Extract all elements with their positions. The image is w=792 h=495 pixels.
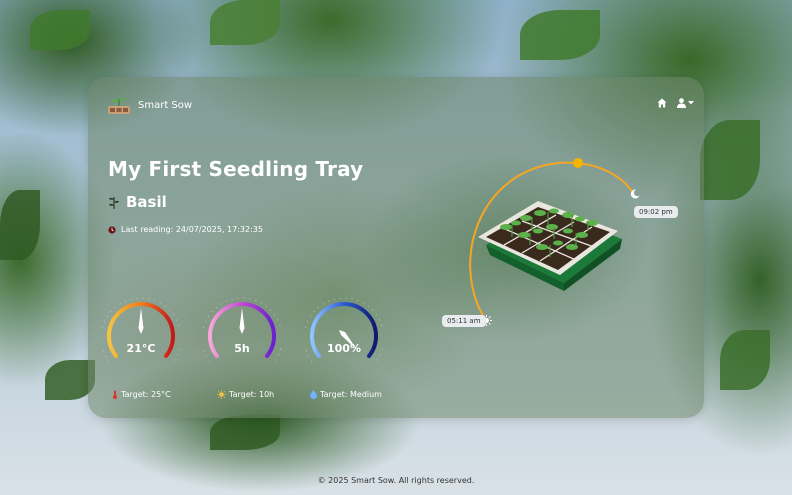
- home-icon[interactable]: [657, 98, 667, 108]
- humidity-gauge: 100%: [303, 290, 385, 370]
- light-target: Target: 10h: [217, 390, 274, 399]
- light-value: 5h: [234, 342, 250, 355]
- herb-icon: [109, 197, 119, 209]
- temperature-gauge: 21°C: [100, 290, 182, 370]
- humidity-target: Target: Medium: [310, 390, 382, 399]
- brand[interactable]: Smart Sow: [106, 94, 192, 116]
- sunset-time: 09:02 pm: [634, 206, 678, 218]
- top-nav: [657, 98, 694, 108]
- water-drop-icon: [310, 390, 317, 399]
- brand-name: Smart Sow: [138, 99, 193, 111]
- user-icon: [677, 98, 686, 108]
- humidity-value: 100%: [327, 342, 361, 355]
- seedling-tray-image: [478, 201, 622, 291]
- thermometer-icon: [113, 390, 117, 399]
- page-title: My First Seedling Tray: [108, 157, 364, 181]
- temperature-target: Target: 25°C: [112, 390, 171, 399]
- seedling-logo-icon: [108, 98, 130, 114]
- last-reading: Last reading: 24/07/2025, 17:32:35: [108, 225, 263, 234]
- sun-icon: [217, 390, 226, 399]
- last-reading-text: Last reading: 24/07/2025, 17:32:35: [121, 225, 263, 234]
- temperature-value: 21°C: [126, 342, 156, 355]
- user-menu-button[interactable]: [677, 98, 694, 108]
- plant-label: Basil: [126, 193, 167, 211]
- plant-name: Basil: [108, 193, 167, 211]
- tray-card: Smart Sow My First Seedling Tray Basil L…: [88, 77, 704, 418]
- sunrise-time: 05:11 am: [442, 315, 486, 327]
- light-gauge: 5h: [201, 290, 283, 370]
- clock-icon: [108, 225, 116, 234]
- footer: © 2025 Smart Sow. All rights reserved.: [317, 476, 475, 485]
- chevron-down-icon: [688, 101, 694, 105]
- moon-icon: [630, 189, 640, 199]
